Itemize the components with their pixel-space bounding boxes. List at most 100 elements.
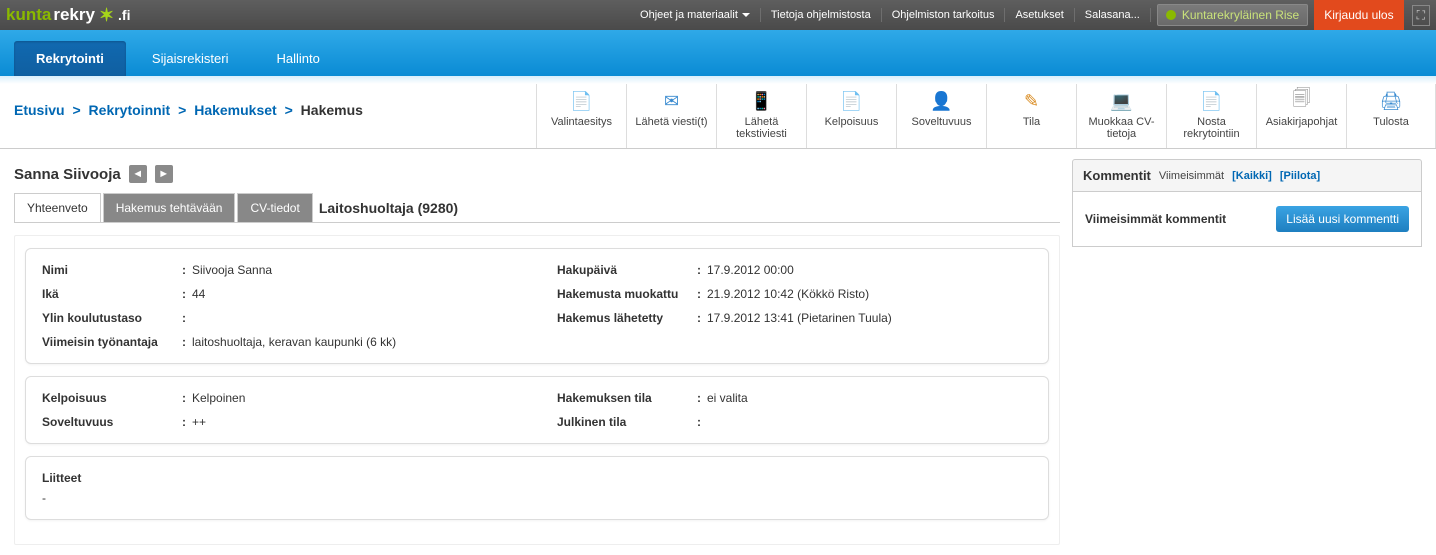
logout-label: Kirjaudu ulos [1324, 8, 1393, 22]
value-julkinen-tila [707, 415, 1032, 429]
phone-icon: 📱 [721, 90, 802, 112]
prev-button[interactable]: ◄ [129, 165, 147, 183]
user-name: Kuntarekryläinen Rise [1182, 8, 1299, 22]
tb-label: Lähetä tekstiviesti [736, 116, 787, 140]
value-muokattu: 21.9.2012 10:42 (Kökkö Risto) [707, 287, 1032, 301]
printer-icon: 🖨 [1351, 90, 1431, 112]
tb-laheta-viesti[interactable]: ✉ Lähetä viesti(t) [626, 84, 716, 148]
nav-label: Asetukset [1015, 8, 1063, 22]
tb-nosta-rekrytointiin[interactable]: 📄 Nosta rekrytointiin [1166, 84, 1256, 148]
next-button[interactable]: ► [155, 165, 173, 183]
top-nav: Ohjeet ja materiaalit Tietoja ohjelmisto… [630, 0, 1430, 30]
add-comment-button[interactable]: Lisää uusi kommentti [1276, 206, 1409, 232]
breadcrumb: Etusivu > Rekrytoinnit > Hakemukset > Ha… [0, 84, 536, 136]
tb-label: Lähetä viesti(t) [635, 116, 707, 128]
tb-muokkaa-cv[interactable]: 💻 Muokkaa CV-tietoja [1076, 84, 1166, 148]
crumb-hakemukset[interactable]: Hakemukset [194, 102, 277, 118]
label-ika: Ikä [42, 287, 182, 301]
nav-label: Salasana... [1085, 8, 1140, 22]
laptop-icon: 💻 [1081, 90, 1162, 112]
nav-sijaisrekisteri[interactable]: Sijaisrekisteri [130, 41, 251, 76]
logo-kunta: kunta [6, 5, 51, 25]
value-ika: 44 [192, 287, 517, 301]
fullscreen-icon[interactable]: ⛶ [1412, 5, 1430, 26]
document-check-icon: 📄 [811, 90, 892, 112]
tab-label: Yhteenveto [27, 201, 88, 215]
tool-row: Etusivu > Rekrytoinnit > Hakemukset > Ha… [0, 84, 1436, 149]
nav-settings[interactable]: Asetukset [1005, 8, 1074, 22]
main-nav: Rekrytointi Sijaisrekisteri Hallinto [0, 30, 1436, 76]
tb-label: Asiakirjapohjat [1266, 116, 1338, 128]
value-nimi: Siivooja Sanna [192, 263, 517, 277]
tb-soveltuvuus[interactable]: 👤Soveltuvuus [896, 84, 986, 148]
person-star-icon: 👤 [901, 90, 982, 112]
nav-label: Hallinto [276, 51, 319, 66]
nav-label: Ohjeet ja materiaalit [640, 8, 738, 22]
nav-about[interactable]: Tietoja ohjelmistosta [761, 8, 882, 22]
details-panel: Nimi:Siivooja Sanna Ikä:44 Ylin koulutus… [25, 248, 1049, 364]
label-hakemuksen-tila: Hakemuksen tila [557, 391, 697, 405]
value-tyonantaja: laitoshuoltaja, keravan kaupunki (6 kk) [192, 335, 517, 349]
comments-all-link[interactable]: [Kaikki] [1232, 170, 1272, 182]
nav-purpose[interactable]: Ohjelmiston tarkoitus [882, 8, 1006, 22]
nav-rekrytointi[interactable]: Rekrytointi [14, 41, 126, 76]
nav-password[interactable]: Salasana... [1075, 8, 1151, 22]
tb-valintaesitys[interactable]: 📄Valintaesitys [536, 84, 626, 148]
nav-help-materials[interactable]: Ohjeet ja materiaalit [630, 8, 761, 22]
page: Sanna Siivooja ◄ ► Yhteenveto Hakemus te… [0, 149, 1436, 555]
main-column: Sanna Siivooja ◄ ► Yhteenveto Hakemus te… [14, 159, 1060, 545]
value-hakemuksen-tila: ei valita [707, 391, 1032, 405]
document-up-icon: 📄 [1171, 90, 1252, 112]
content-panel: Nimi:Siivooja Sanna Ikä:44 Ylin koulutus… [14, 235, 1060, 545]
tb-asiakirjapohjat[interactable]: 🗐 Asiakirjapohjat [1256, 84, 1346, 148]
crumb-rekrytoinnit[interactable]: Rekrytoinnit [89, 102, 171, 118]
liitteet-body: - [42, 491, 1032, 505]
value-hakupaiva: 17.9.2012 00:00 [707, 263, 1032, 277]
tab-yhteenveto[interactable]: Yhteenveto [14, 193, 101, 222]
value-lahetetty: 17.9.2012 13:41 (Pietarinen Tuula) [707, 311, 1032, 325]
logout-button[interactable]: Kirjaudu ulos [1314, 0, 1403, 30]
logo[interactable]: kuntarekry ✶ .fi [6, 5, 131, 26]
label-nimi: Nimi [42, 263, 182, 277]
tb-label: Tila [1023, 116, 1040, 128]
label-lahetetty: Hakemus lähetetty [557, 311, 697, 325]
toolbar: 📄Valintaesitys ✉ Lähetä viesti(t) 📱 Lähetä… [536, 84, 1436, 148]
documents-icon: 🗐 [1261, 90, 1342, 112]
tab-label: Hakemus tehtävään [116, 201, 223, 215]
status-panel: Kelpoisuus:Kelpoinen Soveltuvuus:++ Hake… [25, 376, 1049, 444]
label-julkinen-tila: Julkinen tila [557, 415, 697, 429]
tb-label: Nosta rekrytointiin [1183, 116, 1239, 140]
right-list: Hakupäivä:17.9.2012 00:00 Hakemusta muok… [557, 263, 1032, 325]
label-kelpoisuus: Kelpoisuus [42, 391, 182, 405]
user-box[interactable]: Kuntarekryläinen Rise [1157, 4, 1308, 26]
person-edit-icon: ✎ [991, 90, 1072, 112]
logo-rekry: rekry [53, 5, 95, 25]
comments-hide-link[interactable]: [Piilota] [1280, 170, 1320, 182]
comments-body: Viimeisimmät kommentit Lisää uusi kommen… [1072, 192, 1422, 247]
nav-hallinto[interactable]: Hallinto [254, 41, 341, 76]
top-bar: kuntarekry ✶ .fi Ohjeet ja materiaalit T… [0, 0, 1436, 30]
liitteet-title: Liitteet [42, 471, 1032, 485]
tab-cv-tiedot[interactable]: CV-tiedot [237, 193, 312, 222]
nav-fade [0, 76, 1436, 84]
label-soveltuvuus: Soveltuvuus [42, 415, 182, 429]
tabs: Yhteenveto Hakemus tehtävään CV-tiedot L… [14, 193, 1060, 223]
tb-kelpoisuus[interactable]: 📄Kelpoisuus [806, 84, 896, 148]
crumb-sep: > [178, 102, 186, 118]
tb-laheta-tekstiviesti[interactable]: 📱 Lähetä tekstiviesti [716, 84, 806, 148]
status-left: Kelpoisuus:Kelpoinen Soveltuvuus:++ [42, 391, 517, 429]
crumb-hakemus: Hakemus [301, 102, 363, 118]
crumb-sep: > [72, 102, 80, 118]
person-name: Sanna Siivooja [14, 166, 121, 183]
crumb-etusivu[interactable]: Etusivu [14, 102, 65, 118]
person-row: Sanna Siivooja ◄ ► [14, 165, 1060, 183]
tb-label: Muokkaa CV-tietoja [1088, 116, 1154, 140]
comments-sub: Viimeisimmät [1159, 170, 1224, 182]
star-person-icon: ✶ [99, 5, 114, 26]
tb-tulosta[interactable]: 🖨 Tulosta [1346, 84, 1436, 148]
value-kelpoisuus: Kelpoinen [192, 391, 517, 405]
tb-label: Tulosta [1373, 116, 1409, 128]
tab-hakemus-tehtavaan[interactable]: Hakemus tehtävään [103, 193, 236, 222]
tb-tila[interactable]: ✎ Tila [986, 84, 1076, 148]
envelope-icon: ✉ [631, 90, 712, 112]
